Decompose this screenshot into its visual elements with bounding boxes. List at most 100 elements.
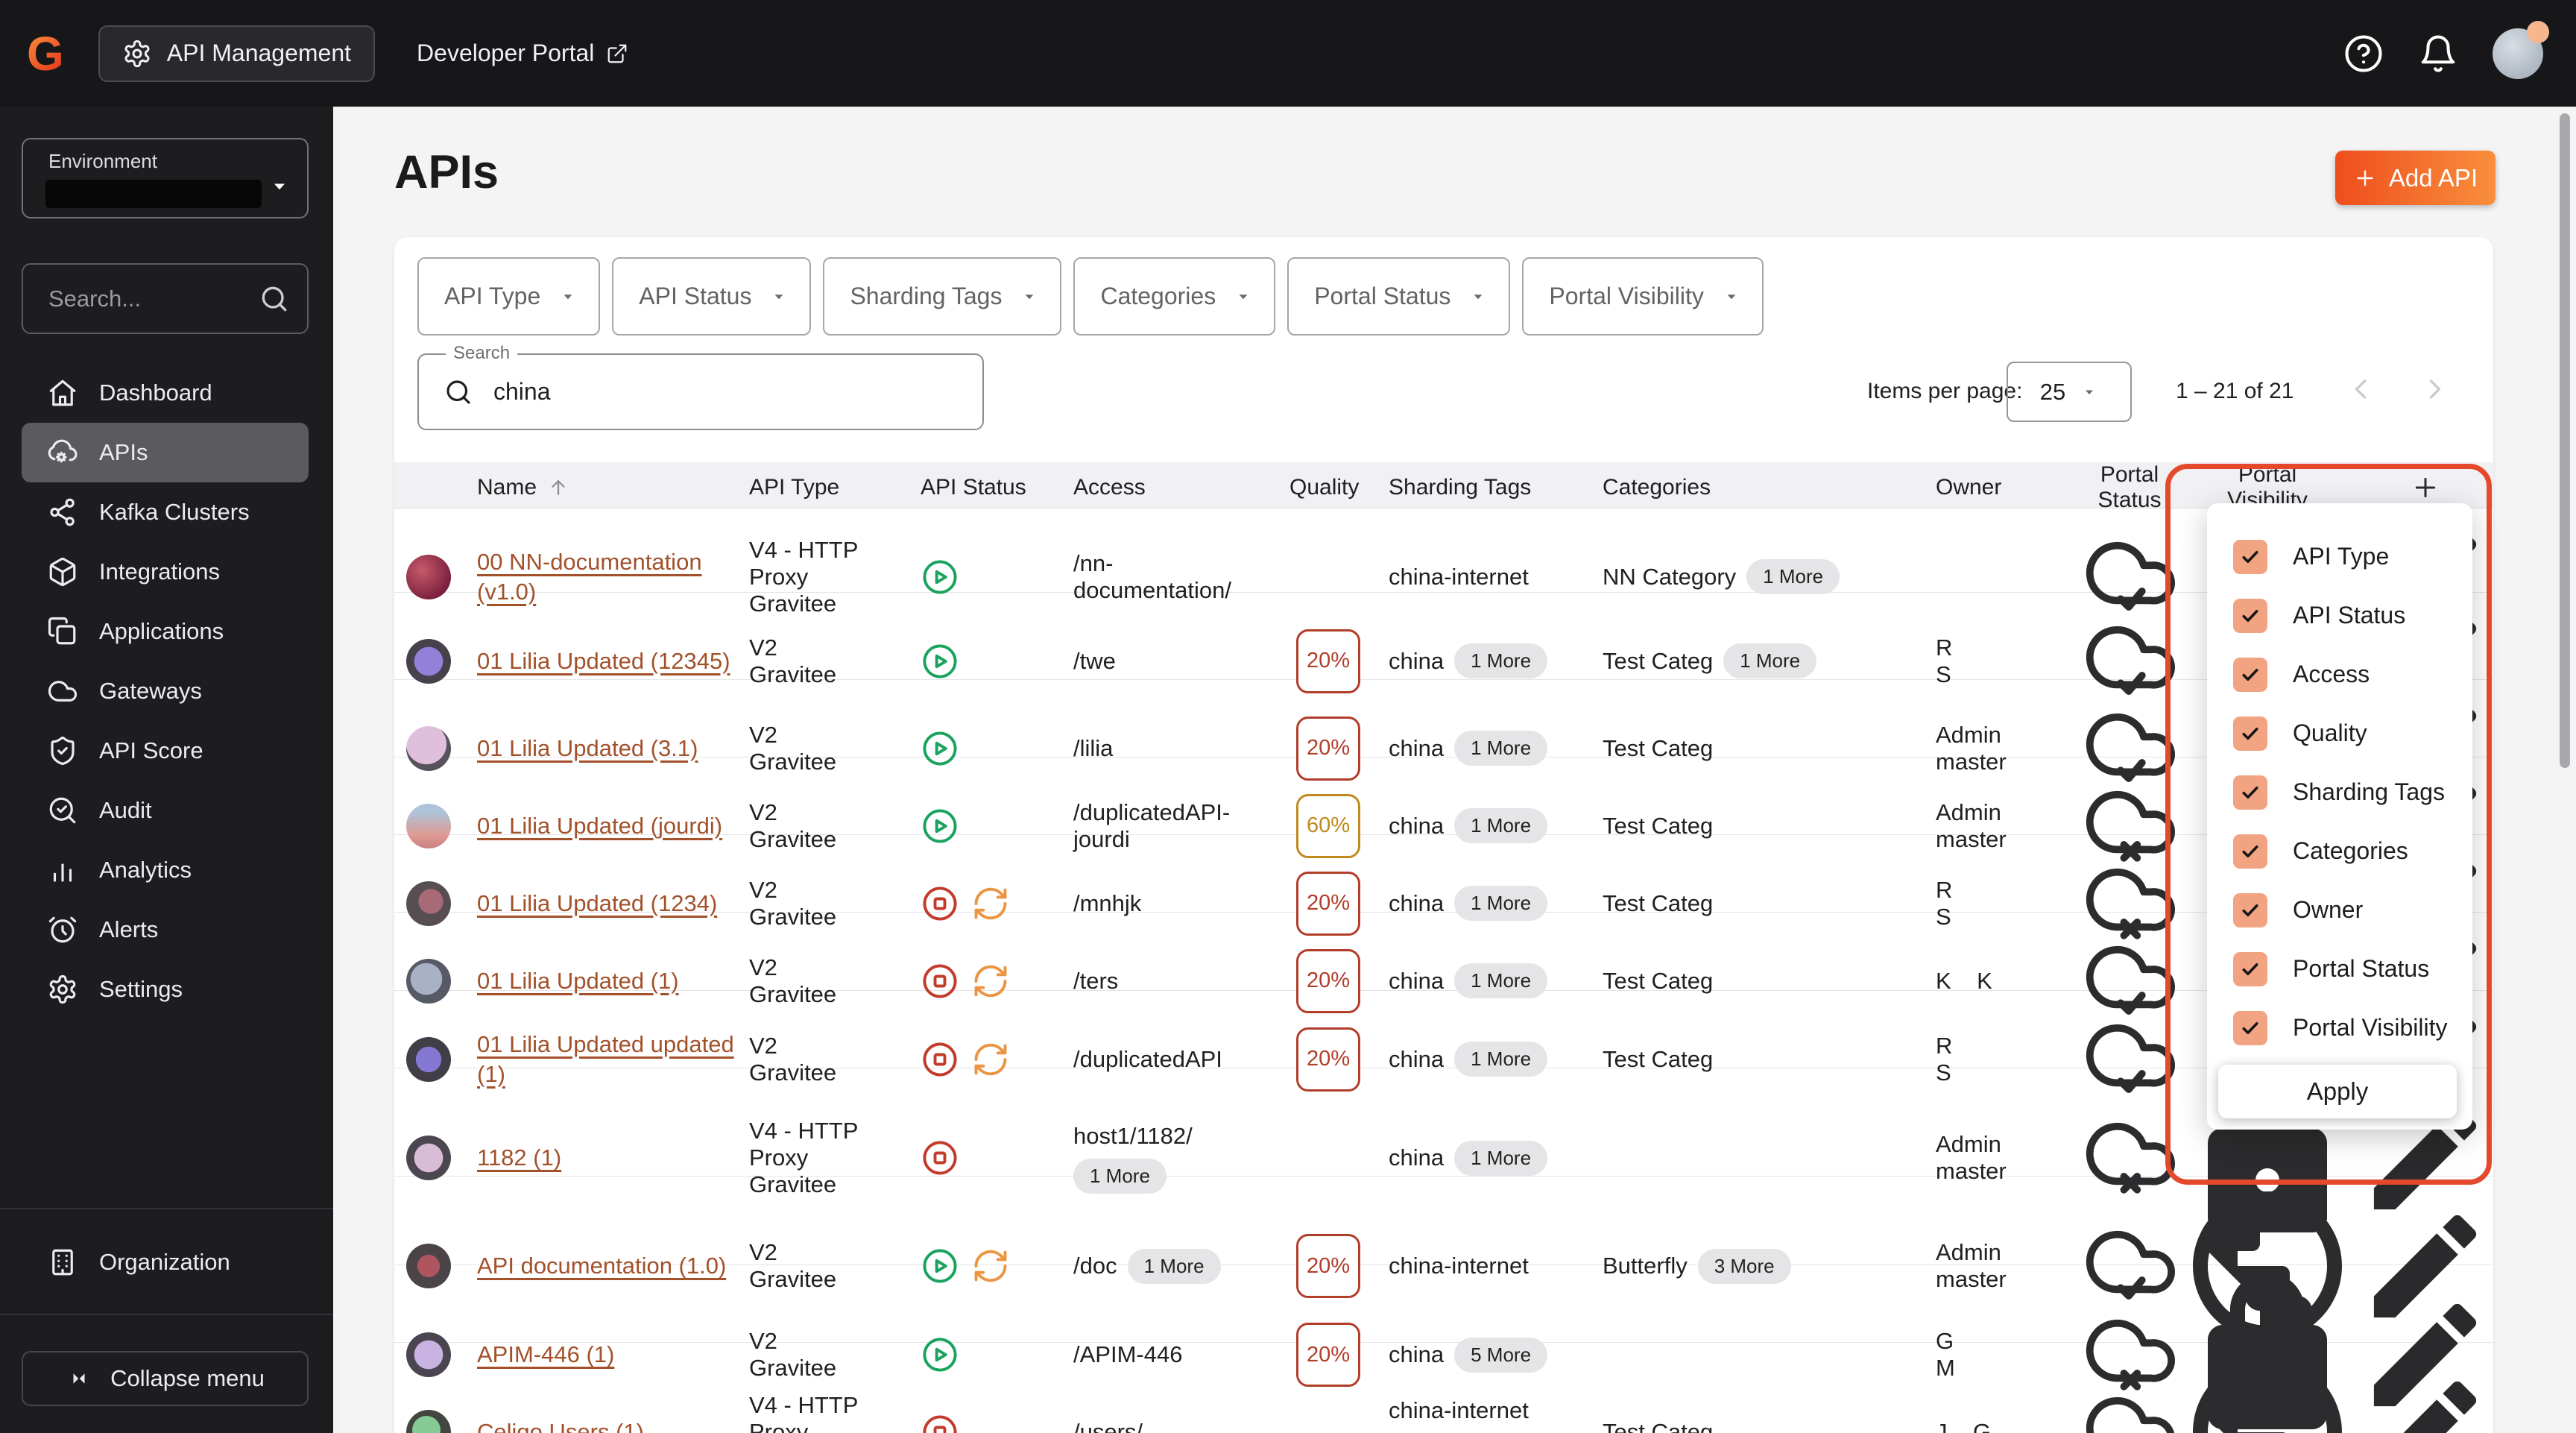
sidebar-item-alerts[interactable]: Alerts bbox=[22, 900, 309, 960]
column-header-quality: Quality bbox=[1289, 475, 1360, 500]
more-chip[interactable]: 3 More bbox=[1697, 1248, 1791, 1284]
developer-portal-link[interactable]: Developer Portal bbox=[417, 40, 628, 67]
more-chip[interactable]: 1 More bbox=[1454, 643, 1548, 678]
more-chip[interactable]: 1 More bbox=[1723, 643, 1817, 678]
column-option-access[interactable]: Access bbox=[2207, 645, 2472, 704]
sidebar-item-analytics[interactable]: Analytics bbox=[22, 840, 309, 900]
api-name-link[interactable]: 01 Lilia Updated (1234) bbox=[477, 889, 717, 919]
sidebar-item-label: Gateways bbox=[99, 678, 202, 704]
api-name-link[interactable]: 01 Lilia Updated (3.1) bbox=[477, 734, 698, 763]
organization-icon bbox=[47, 1247, 78, 1278]
column-option-api-type[interactable]: API Type bbox=[2207, 527, 2472, 586]
api-name-link[interactable]: 00 NN-documentation (v1.0) bbox=[477, 547, 749, 607]
checkbox-checked[interactable] bbox=[2233, 951, 2267, 986]
environment-select[interactable]: Environment bbox=[22, 138, 309, 218]
api-type: V2 Gravitee bbox=[749, 634, 837, 687]
checkbox-checked[interactable] bbox=[2233, 539, 2267, 574]
more-chip[interactable]: 1 More bbox=[1127, 1248, 1221, 1284]
more-chip[interactable]: 5 More bbox=[1454, 1337, 1548, 1373]
sidebar-item-apis[interactable]: APIs bbox=[22, 423, 309, 482]
filter-portal-status[interactable]: Portal Status bbox=[1287, 257, 1511, 336]
more-chip[interactable]: 1 More bbox=[1746, 559, 1840, 594]
api-name-link[interactable]: Celigo Users (1) bbox=[477, 1417, 644, 1433]
apply-button[interactable]: Apply bbox=[2218, 1065, 2457, 1118]
more-chip[interactable]: 1 More bbox=[1073, 1158, 1167, 1194]
sidebar-search-input[interactable]: Search... bbox=[22, 263, 309, 334]
sidebar-item-settings[interactable]: Settings bbox=[22, 960, 309, 1019]
sidebar-item-integrations[interactable]: Integrations bbox=[22, 542, 309, 602]
quality-badge[interactable]: 20% bbox=[1296, 629, 1360, 693]
checkbox-checked[interactable] bbox=[2233, 598, 2267, 633]
sidebar-item-gateways[interactable]: Gateways bbox=[22, 661, 309, 721]
checkbox-checked[interactable] bbox=[2233, 834, 2267, 869]
column-option-api-status[interactable]: API Status bbox=[2207, 586, 2472, 645]
api-name-link[interactable]: 01 Lilia Updated (jourdi) bbox=[477, 811, 722, 841]
next-page-button[interactable] bbox=[2419, 373, 2452, 406]
more-chip[interactable]: 1 More bbox=[1454, 731, 1548, 766]
checkbox-checked[interactable] bbox=[2233, 775, 2267, 810]
column-option-categories[interactable]: Categories bbox=[2207, 822, 2472, 881]
column-header-name[interactable]: Name bbox=[477, 475, 749, 500]
quality-badge[interactable]: 20% bbox=[1296, 871, 1360, 936]
api-avatar bbox=[406, 1332, 451, 1377]
sidebar-item-audit[interactable]: Audit bbox=[22, 781, 309, 840]
quality-badge[interactable]: 20% bbox=[1296, 716, 1360, 781]
more-chip[interactable]: 1 More bbox=[1454, 963, 1548, 998]
column-option-portal-visibility[interactable]: Portal Visibility bbox=[2207, 998, 2472, 1057]
api-name-link[interactable]: API documentation (1.0) bbox=[477, 1251, 726, 1281]
api-access: /doc 1 More bbox=[1073, 1248, 1260, 1284]
column-option-owner[interactable]: Owner bbox=[2207, 881, 2472, 939]
api-name-link[interactable]: 01 Lilia Updated (1) bbox=[477, 966, 679, 996]
table-search-field[interactable]: Search china bbox=[417, 343, 984, 430]
quality-badge[interactable]: 20% bbox=[1296, 1323, 1360, 1387]
items-per-page-select[interactable]: 25 bbox=[2007, 362, 2132, 422]
sidebar-item-organization[interactable]: Organization bbox=[22, 1232, 309, 1292]
previous-page-button[interactable] bbox=[2344, 373, 2377, 406]
filter-label: Portal Status bbox=[1314, 283, 1451, 309]
quality-badge[interactable]: 60% bbox=[1296, 793, 1360, 858]
more-chip[interactable]: 1 More bbox=[1454, 1042, 1548, 1077]
categories: Test Categ bbox=[1603, 1045, 1714, 1072]
filter-categories[interactable]: Categories bbox=[1073, 257, 1276, 336]
filter-portal-visibility[interactable]: Portal Visibility bbox=[1522, 257, 1764, 336]
play-circle-icon bbox=[921, 642, 959, 681]
sidebar-item-applications[interactable]: Applications bbox=[22, 602, 309, 661]
api-name-link[interactable]: APIM-446 (1) bbox=[477, 1340, 614, 1370]
sidebar-item-api-score[interactable]: API Score bbox=[22, 721, 309, 781]
more-chip[interactable]: 1 More bbox=[1454, 1140, 1548, 1176]
quality-badge[interactable]: 20% bbox=[1296, 1234, 1360, 1298]
quality-badge[interactable]: 20% bbox=[1296, 948, 1360, 1013]
filter-api-status[interactable]: API Status bbox=[612, 257, 812, 336]
checkbox-checked[interactable] bbox=[2233, 716, 2267, 751]
checkbox-checked[interactable] bbox=[2233, 892, 2267, 927]
checkbox-checked[interactable] bbox=[2233, 1010, 2267, 1045]
user-avatar[interactable] bbox=[2493, 20, 2549, 79]
column-option-portal-status[interactable]: Portal Status bbox=[2207, 939, 2472, 998]
add-api-button[interactable]: Add API bbox=[2335, 151, 2496, 205]
sidebar-item-dashboard[interactable]: Dashboard bbox=[22, 363, 309, 423]
help-icon[interactable] bbox=[2343, 34, 2384, 74]
api-management-button[interactable]: API Management bbox=[98, 25, 376, 82]
edit-pencil-icon[interactable] bbox=[2357, 1364, 2493, 1433]
api-name-link[interactable]: 01 Lilia Updated updated (1) bbox=[477, 1030, 749, 1089]
page-scrollbar[interactable] bbox=[2560, 113, 2570, 768]
api-name-link[interactable]: 1182 (1) bbox=[477, 1143, 561, 1173]
quality-badge[interactable]: 20% bbox=[1296, 1027, 1360, 1092]
checkbox-checked[interactable] bbox=[2233, 657, 2267, 692]
collapse-menu-button[interactable]: Collapse menu bbox=[22, 1351, 309, 1406]
filter-label: Portal Visibility bbox=[1549, 283, 1704, 309]
cloud-icon bbox=[47, 675, 78, 707]
filter-label: Sharding Tags bbox=[850, 283, 1003, 309]
gravitee-logo-icon[interactable]: G bbox=[27, 30, 64, 78]
notifications-bell-icon[interactable] bbox=[2418, 34, 2458, 74]
add-column-icon[interactable] bbox=[2411, 473, 2440, 503]
api-name-link[interactable]: 01 Lilia Updated (12345) bbox=[477, 646, 730, 676]
column-option-sharding-tags[interactable]: Sharding Tags bbox=[2207, 763, 2472, 822]
sidebar-item-kafka-clusters[interactable]: Kafka Clusters bbox=[22, 482, 309, 542]
table-row: 00 NN-documentation (v1.0) V4 - HTTP Prox… bbox=[394, 508, 2493, 629]
more-chip[interactable]: 1 More bbox=[1454, 808, 1548, 843]
filter-api-type[interactable]: API Type bbox=[417, 257, 601, 336]
more-chip[interactable]: 1 More bbox=[1454, 886, 1548, 921]
filter-sharding-tags[interactable]: Sharding Tags bbox=[823, 257, 1062, 336]
column-option-quality[interactable]: Quality bbox=[2207, 704, 2472, 763]
